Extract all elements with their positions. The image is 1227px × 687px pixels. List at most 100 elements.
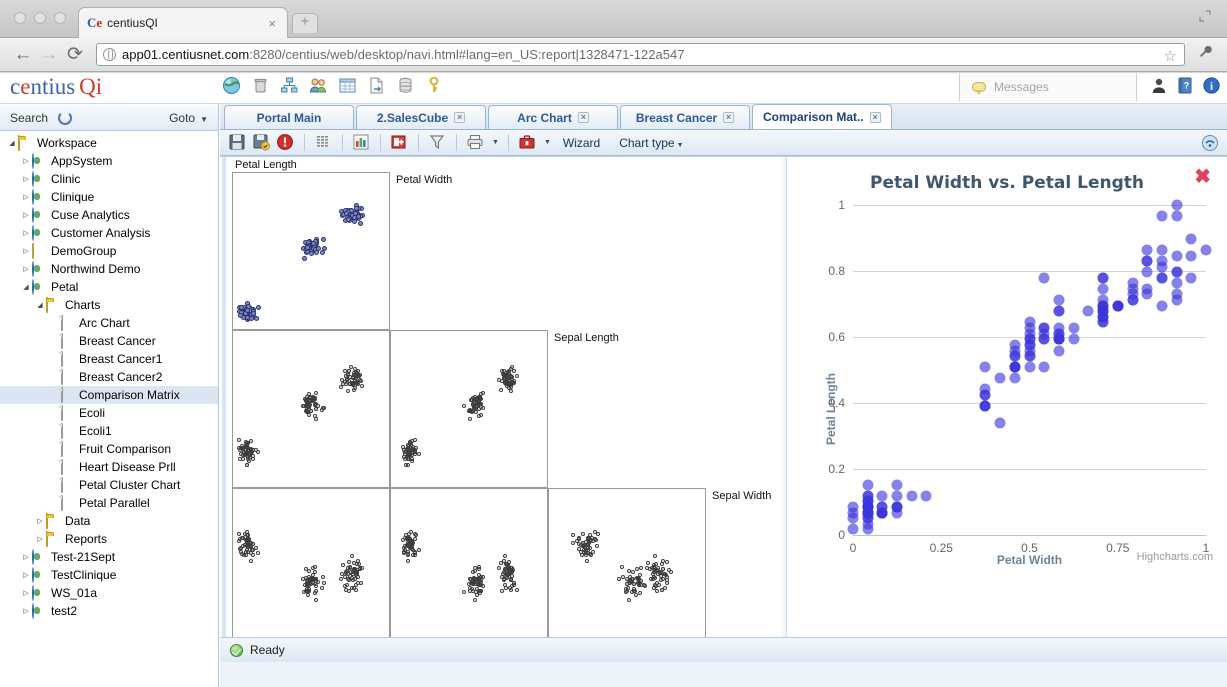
chart-data-point[interactable]: [1038, 272, 1050, 284]
chart-plot-area[interactable]: 0 0.2 0.4 0.6 0.8 1 0 0.25 0.5 0.75 1: [828, 198, 1212, 555]
org-chart-icon[interactable]: [280, 76, 299, 95]
tree-item[interactable]: ▷ DemoGroup: [0, 242, 218, 260]
chart-data-point[interactable]: [1171, 199, 1183, 211]
chart-data-point[interactable]: [906, 490, 918, 502]
tree-item[interactable]: ▷ Clinic: [0, 170, 218, 188]
refresh-icon[interactable]: [58, 110, 73, 125]
print-icon[interactable]: [466, 133, 485, 152]
tree-twisty-icon[interactable]: ▷: [20, 589, 32, 597]
tree-item[interactable]: ▷ Northwind Demo: [0, 260, 218, 278]
chart-data-point[interactable]: [979, 361, 991, 373]
tree-item[interactable]: ▷ Reports: [0, 530, 218, 548]
messages-field[interactable]: Messages: [959, 73, 1137, 101]
chart-data-point[interactable]: [1185, 272, 1197, 284]
workspace-tree[interactable]: ◢ Workspace ▷ AppSystem ▷ Clinic ▷ Clinique ▷ Cus…: [0, 132, 218, 687]
close-icon[interactable]: ×: [454, 112, 466, 123]
tree-item[interactable]: Ecoli1: [0, 422, 218, 440]
tree-item[interactable]: ▷ Cuse Analytics: [0, 206, 218, 224]
tree-item[interactable]: ▷ TestClinique: [0, 566, 218, 584]
chart-data-point[interactable]: [876, 507, 888, 519]
tree-item[interactable]: ▷ Test-21Sept: [0, 548, 218, 566]
chart-data-point[interactable]: [1171, 277, 1183, 289]
back-button[interactable]: ←: [10, 42, 36, 68]
chart-data-point[interactable]: [1127, 277, 1139, 289]
window-controls[interactable]: [14, 12, 66, 24]
chart-data-point[interactable]: [1024, 328, 1035, 340]
tree-twisty-icon[interactable]: ▷: [20, 553, 32, 561]
tree-item[interactable]: ◢ Workspace: [0, 134, 218, 152]
close-chart-button[interactable]: ✖: [1194, 167, 1211, 187]
chart-data-point[interactable]: [862, 490, 874, 502]
chart-data-point[interactable]: [876, 490, 888, 502]
tree-item[interactable]: ▷ test2: [0, 602, 218, 620]
chart-data-point[interactable]: [1185, 233, 1197, 245]
tree-item[interactable]: Comparison Matrix: [0, 386, 218, 404]
chart-data-point[interactable]: [1200, 244, 1212, 256]
chart-data-point[interactable]: [1141, 283, 1153, 295]
database-icon[interactable]: [396, 76, 415, 95]
chart-credits[interactable]: Highcharts.com: [1137, 551, 1213, 563]
chart-data-point[interactable]: [994, 372, 1006, 384]
save-as-icon[interactable]: [252, 133, 271, 152]
chart-data-point[interactable]: [1156, 244, 1168, 256]
tree-item[interactable]: ◢ Charts: [0, 296, 218, 314]
tree-twisty-icon[interactable]: ▷: [20, 265, 32, 273]
chart-data-point[interactable]: [1185, 250, 1197, 261]
chart-data-point[interactable]: [1171, 250, 1183, 261]
close-icon[interactable]: ×: [723, 112, 735, 123]
tree-item[interactable]: Petal Parallel: [0, 494, 218, 512]
tree-item[interactable]: Arc Chart: [0, 314, 218, 332]
tree-twisty-icon[interactable]: ▷: [20, 571, 32, 579]
view-tab[interactable]: Comparison Mat.. ×: [752, 104, 892, 129]
print-chevron-down-icon[interactable]: ▼: [492, 139, 499, 146]
chart-data-point[interactable]: [1112, 300, 1124, 312]
matrix-cell[interactable]: [232, 488, 390, 646]
help-book-icon[interactable]: ?: [1177, 77, 1193, 95]
matrix-cell[interactable]: [548, 488, 706, 646]
search-label[interactable]: Search: [10, 111, 48, 125]
matrix-cell[interactable]: [390, 488, 548, 646]
add-chart-icon[interactable]: [390, 133, 409, 152]
view-tab[interactable]: Arc Chart ×: [488, 105, 618, 129]
tree-item[interactable]: Fruit Comparison: [0, 440, 218, 458]
close-window-button[interactable]: [14, 12, 26, 24]
tree-twisty-icon[interactable]: ◢: [6, 139, 18, 147]
scatterplot-matrix[interactable]: Petal Length Petal Width Sepal Length Sepal…: [222, 157, 780, 661]
chart-data-point[interactable]: [1097, 272, 1109, 284]
chart-data-point[interactable]: [1141, 255, 1153, 267]
view-tab[interactable]: Breast Cancer ×: [620, 105, 750, 129]
table-icon[interactable]: [338, 76, 357, 95]
toolkit-chevron-down-icon[interactable]: ▼: [544, 139, 551, 146]
minimize-window-button[interactable]: [34, 12, 46, 24]
user-icon[interactable]: [1151, 77, 1167, 95]
close-icon[interactable]: ×: [869, 111, 881, 123]
chart-data-point[interactable]: [1097, 283, 1109, 295]
forward-button[interactable]: →: [36, 42, 62, 68]
chart-data-point[interactable]: [862, 479, 874, 491]
address-bar[interactable]: app01.centiusnet.com:8280/centius/web/de…: [96, 43, 1185, 66]
chart-data-point[interactable]: [891, 501, 903, 513]
reload-button[interactable]: ⟳: [62, 42, 88, 68]
trash-icon[interactable]: [251, 76, 270, 95]
chart-data-point[interactable]: [1053, 322, 1065, 334]
tree-item[interactable]: Ecoli: [0, 404, 218, 422]
chart-data-point[interactable]: [1053, 333, 1065, 345]
chart-data-point[interactable]: [1171, 210, 1183, 222]
chart-data-point[interactable]: [1097, 305, 1109, 317]
wrench-menu-icon[interactable]: [1193, 44, 1217, 65]
chart-data-point[interactable]: [1024, 361, 1035, 373]
chart-data-point[interactable]: [1156, 272, 1168, 284]
chart-data-point[interactable]: [1053, 294, 1065, 306]
tree-item[interactable]: ▷ Data: [0, 512, 218, 530]
bar-chart-icon[interactable]: [352, 133, 371, 152]
chart-data-point[interactable]: [1053, 305, 1065, 317]
chart-data-point[interactable]: [1156, 300, 1168, 312]
chart-data-point[interactable]: [979, 383, 991, 395]
new-tab-button[interactable]: [292, 13, 318, 33]
chart-data-point[interactable]: [891, 490, 903, 502]
tree-item[interactable]: Breast Cancer2: [0, 368, 218, 386]
tree-item[interactable]: Breast Cancer1: [0, 350, 218, 368]
tree-twisty-icon[interactable]: ▷: [34, 517, 46, 525]
globe-icon[interactable]: [222, 76, 241, 95]
chart-data-point[interactable]: [979, 400, 991, 412]
